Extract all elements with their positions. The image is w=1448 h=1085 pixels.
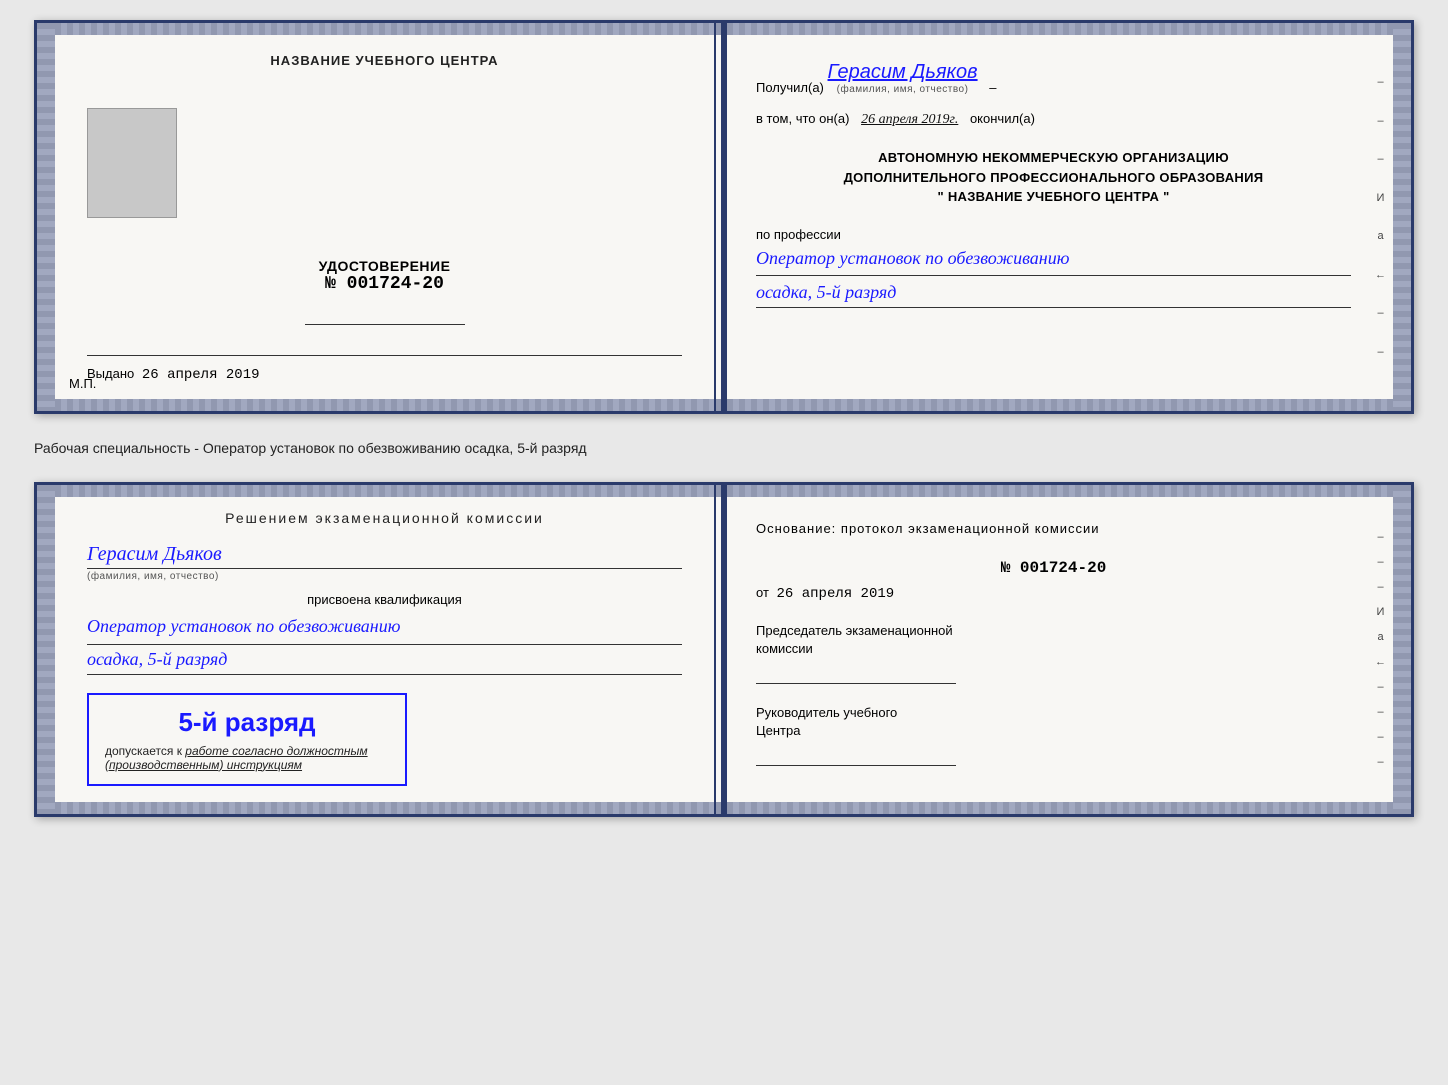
director-label: Руководитель учебного Центра — [756, 704, 1351, 740]
org-block: АВТОНОМНУЮ НЕКОММЕРЧЕСКУЮ ОРГАНИЗАЦИЮ ДО… — [756, 148, 1351, 207]
lower-doc-left: Решением экзаменационной комиссии Гераси… — [37, 485, 716, 814]
basis-label: Основание: протокол экзаменационной коми… — [756, 519, 1351, 539]
issued-line: Выдано 26 апреля 2019 — [87, 355, 682, 383]
stamp-italic: работе согласно должностным — [185, 744, 367, 758]
recipient-sublabel: (фамилия, имя, отчество) — [828, 84, 978, 95]
director-label-line2: Центра — [756, 723, 800, 738]
dash1: – — [989, 80, 996, 95]
stamp-italic2: (производственным) инструкциям — [105, 758, 302, 772]
completed-prefix: в том, что он(а) — [756, 111, 849, 126]
assigned-label: присвоена квалификация — [87, 592, 682, 607]
rank-value: осадка, 5-й разряд — [756, 282, 1351, 308]
recipient-name-container: Герасим Дьяков (фамилия, имя, отчество) — [828, 61, 978, 95]
upper-doc-right: Получил(а) Герасим Дьяков (фамилия, имя,… — [716, 23, 1411, 411]
commission-sublabel: (фамилия, имя, отчество) — [87, 571, 682, 582]
photo-placeholder — [87, 108, 177, 218]
protocol-date-val: 26 апреля 2019 — [777, 586, 895, 602]
right-side-marks: – – – И а ← – – — [1375, 63, 1386, 371]
decision-heading: Решением экзаменационной комиссии — [87, 509, 682, 529]
issued-date: 26 апреля 2019 — [142, 367, 260, 383]
separator-label: Рабочая специальность - Оператор установ… — [34, 440, 587, 456]
cert-label: УДОСТОВЕРЕНИЕ — [87, 258, 682, 274]
upper-document: НАЗВАНИЕ УЧЕБНОГО ЦЕНТРА УДОСТОВЕРЕНИЕ №… — [34, 20, 1414, 414]
stamp-box: 5-й разряд допускается к работе согласно… — [87, 693, 407, 786]
received-label: Получил(а) — [756, 80, 824, 95]
chair-label-line2: комиссии — [756, 641, 813, 656]
cert-number-section: УДОСТОВЕРЕНИЕ № 001724-20 — [87, 258, 682, 294]
director-signature-block: Руководитель учебного Центра — [756, 704, 1351, 766]
cert-number: № 001724-20 — [87, 274, 682, 294]
stamp-allowed: допускается к работе согласно должностны… — [105, 744, 389, 772]
commission-name: Герасим Дьяков — [87, 543, 682, 569]
chair-label-line1: Председатель экзаменационной — [756, 623, 953, 638]
protocol-date: от 26 апреля 2019 — [756, 585, 1351, 602]
date-prefix: от — [756, 585, 769, 600]
stamp-allowed-prefix: допускается к — [105, 744, 182, 758]
mp-label: М.П. — [69, 376, 96, 391]
recipient-name: Герасим Дьяков — [828, 61, 978, 83]
completed-suffix: окончил(а) — [970, 111, 1035, 126]
chair-label: Председатель экзаменационной комиссии — [756, 622, 1351, 658]
chair-signature-block: Председатель экзаменационной комиссии — [756, 622, 1351, 684]
director-sig-line — [756, 746, 956, 766]
commission-name-section: Герасим Дьяков (фамилия, имя, отчество) — [87, 543, 682, 582]
lower-right-side-marks: – – – И а ← – – – – — [1375, 525, 1386, 774]
org-line1: АВТОНОМНУЮ НЕКОММЕРЧЕСКУЮ ОРГАНИЗАЦИЮ — [756, 148, 1351, 168]
upper-doc-left: НАЗВАНИЕ УЧЕБНОГО ЦЕНТРА УДОСТОВЕРЕНИЕ №… — [37, 23, 716, 411]
lower-doc-right: Основание: протокол экзаменационной коми… — [716, 485, 1411, 814]
lower-document: Решением экзаменационной комиссии Гераси… — [34, 482, 1414, 817]
upper-left-title: НАЗВАНИЕ УЧЕБНОГО ЦЕНТРА — [87, 53, 682, 68]
org-line2: ДОПОЛНИТЕЛЬНОГО ПРОФЕССИОНАЛЬНОГО ОБРАЗО… — [756, 168, 1351, 188]
profession-label: по профессии — [756, 227, 1351, 242]
profession-section: по профессии Оператор установок по обезв… — [756, 227, 1351, 308]
qual-profession: Оператор установок по обезвоживанию — [87, 613, 682, 645]
separator-text: Рабочая специальность - Оператор установ… — [34, 432, 1414, 464]
profession-value: Оператор установок по обезвоживанию — [756, 246, 1351, 276]
protocol-number: № 001724-20 — [756, 559, 1351, 577]
stamp-rank: 5-й разряд — [105, 707, 389, 738]
completed-date: 26 апреля 2019г. — [861, 112, 958, 127]
chair-sig-line — [756, 664, 956, 684]
rank-line2: осадка, 5-й разряд — [87, 649, 682, 675]
completed-line: в том, что он(а) 26 апреля 2019г. окончи… — [756, 111, 1351, 128]
org-name: " НАЗВАНИЕ УЧЕБНОГО ЦЕНТРА " — [756, 187, 1351, 207]
director-label-line1: Руководитель учебного — [756, 705, 897, 720]
recipient-line: Получил(а) Герасим Дьяков (фамилия, имя,… — [756, 61, 1351, 95]
